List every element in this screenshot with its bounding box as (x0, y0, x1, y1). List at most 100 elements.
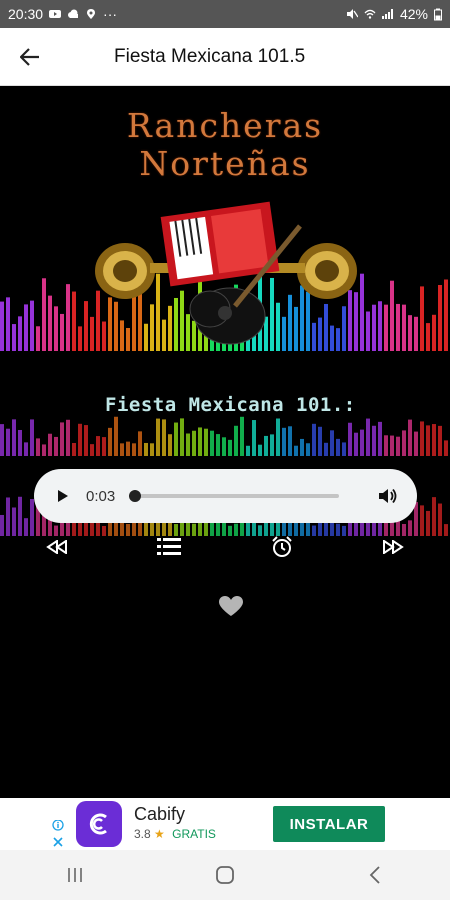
equalizer-bar (306, 443, 310, 456)
equalizer-bar (60, 313, 64, 351)
equalizer-bar (240, 416, 244, 456)
equalizer-bar (276, 418, 280, 456)
back-icon (369, 866, 380, 884)
station-marquee: Fiesta Mexicana 101.: (105, 394, 356, 416)
equalizer-bar (402, 430, 406, 456)
app-bar: Fiesta Mexicana 101.5 (0, 28, 450, 86)
equalizer-bar (66, 419, 70, 456)
equalizer-bar (438, 425, 442, 456)
equalizer-bar (414, 431, 418, 456)
seek-thumb[interactable] (129, 490, 142, 502)
equalizer-bar (438, 503, 442, 536)
equalizer-bar (48, 433, 52, 456)
equalizer-bar (234, 425, 238, 456)
install-button[interactable]: INSTALAR (273, 806, 385, 842)
equalizer-bar (414, 316, 418, 351)
equalizer-bar (270, 434, 274, 456)
nav-back-button[interactable] (345, 855, 405, 895)
ad-price: GRATIS (172, 827, 216, 841)
seek-bar[interactable] (129, 490, 340, 502)
playback-controls (0, 535, 450, 559)
equalizer-bar (0, 424, 4, 456)
equalizer-bar (102, 437, 106, 456)
equalizer-bar (336, 438, 340, 456)
rewind-button[interactable] (44, 535, 70, 559)
playlist-icon (157, 538, 181, 555)
recent-apps-button[interactable] (45, 855, 105, 895)
status-bar: 20:30 ··· 42% (0, 0, 450, 28)
equalizer-bar (48, 295, 52, 351)
back-arrow-icon (20, 47, 39, 66)
fast-forward-button[interactable] (380, 535, 406, 559)
equalizer-bar (432, 314, 436, 351)
equalizer-bar (84, 301, 88, 351)
equalizer-bar (288, 426, 292, 456)
fast-forward-icon (383, 540, 404, 554)
equalizer-bar (390, 280, 394, 351)
equalizer-bar (366, 418, 370, 456)
equalizer-bar (36, 326, 40, 351)
equalizer-bar (222, 437, 226, 456)
equalizer-bar (90, 444, 94, 456)
equalizer-bar (174, 422, 178, 456)
equalizer-bar (258, 444, 262, 456)
equalizer-bar (330, 430, 334, 456)
equalizer-bar (312, 423, 316, 456)
equalizer-bar (438, 285, 442, 351)
equalizer-bar (42, 278, 46, 351)
location-icon (87, 9, 96, 19)
ad-app-logo[interactable] (76, 801, 122, 847)
equalizer-bar (432, 497, 436, 536)
equalizer-bar (90, 316, 94, 351)
play-button[interactable] (54, 487, 72, 505)
page-title: Fiesta Mexicana 101.5 (114, 45, 306, 67)
back-button[interactable] (0, 28, 60, 86)
equalizer-reflection (0, 416, 448, 456)
equalizer-bar (54, 306, 58, 351)
equalizer-bar (432, 424, 436, 456)
equalizer-bar (360, 429, 364, 456)
equalizer-bar (6, 497, 10, 536)
ad-rating-value: 3.8 (134, 827, 151, 841)
equalizer-bar (408, 520, 412, 536)
equalizer-bar (384, 435, 388, 456)
equalizer-bar (198, 427, 202, 456)
player-screen: Rancheras Norteñas Fiesta Mexicana 101.:… (0, 86, 450, 798)
equalizer-bar (204, 428, 208, 456)
ad-info-icon[interactable] (52, 820, 64, 850)
volume-button[interactable] (377, 487, 399, 505)
equalizer-bar (420, 286, 424, 351)
equalizer-bar (72, 442, 76, 456)
equalizer-bar (18, 496, 22, 536)
alarm-button[interactable] (269, 535, 295, 559)
equalizer-bar (378, 421, 382, 456)
equalizer-bar (144, 442, 148, 456)
equalizer-bar (60, 522, 64, 536)
equalizer-bar (396, 303, 400, 351)
equalizer-bar (216, 434, 220, 456)
cabify-logo-icon (89, 813, 107, 835)
equalizer-bar (156, 418, 160, 456)
playlist-button[interactable] (156, 535, 182, 559)
equalizer-bar (24, 304, 28, 351)
heart-icon[interactable] (218, 595, 244, 617)
equalizer-bar (126, 441, 130, 456)
equalizer-bar (444, 279, 448, 351)
equalizer-bar (228, 439, 232, 456)
equalizer-bar (324, 442, 328, 456)
audio-player: 0:03 (34, 469, 417, 523)
equalizer-bar (390, 435, 394, 456)
ad-banner[interactable]: Cabify 3.8 ★ GRATIS INSTALAR (0, 798, 450, 850)
equalizer-bar (18, 429, 22, 456)
equalizer-bar (120, 443, 124, 456)
wifi-calling-icon (364, 9, 376, 19)
mute-icon (346, 9, 358, 19)
logo-line-2: Norteñas (139, 144, 311, 183)
equalizer-bar (252, 420, 256, 456)
alarm-icon (272, 536, 292, 557)
equalizer-bar (168, 434, 172, 456)
equalizer-bar (342, 442, 346, 456)
equalizer-bar (408, 419, 412, 456)
home-button[interactable] (195, 855, 255, 895)
ad-app-name[interactable]: Cabify (134, 804, 185, 825)
